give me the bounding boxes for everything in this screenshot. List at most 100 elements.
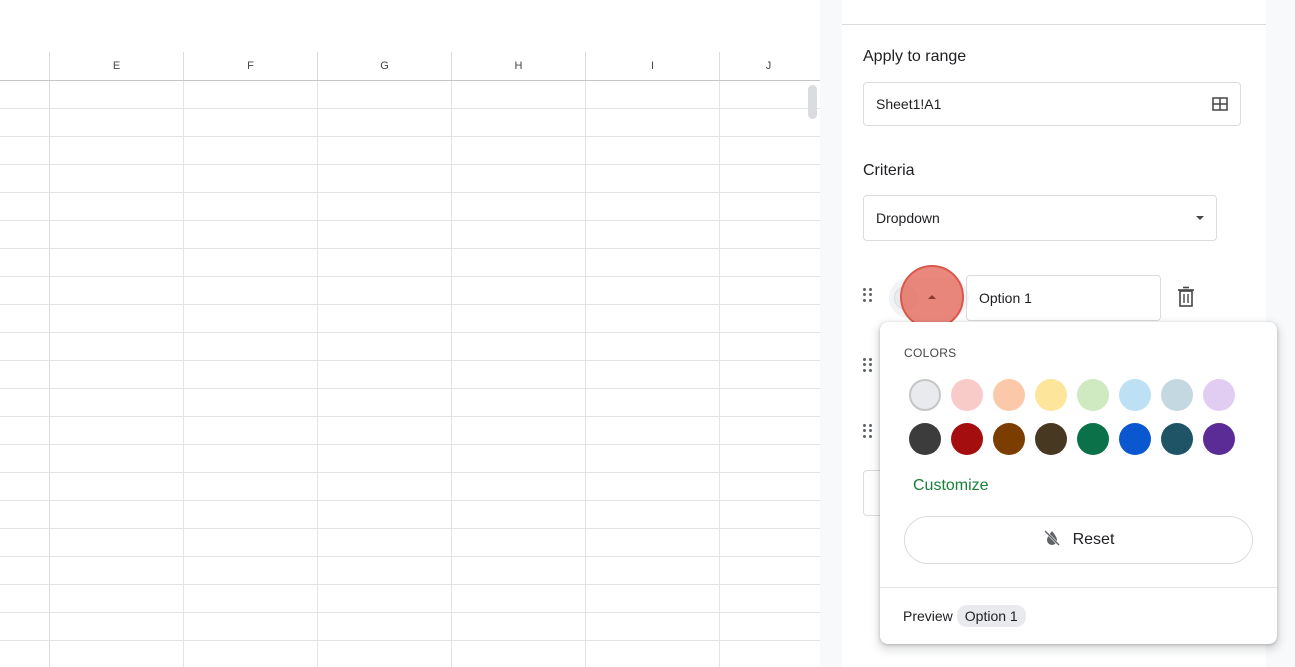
grid-cell[interactable] bbox=[184, 305, 318, 332]
grid-cell[interactable] bbox=[720, 193, 817, 220]
grid-cell[interactable] bbox=[586, 585, 720, 612]
grid-cell[interactable] bbox=[184, 193, 318, 220]
drag-handle-icon[interactable] bbox=[863, 358, 873, 372]
grid-cell[interactable] bbox=[720, 81, 817, 108]
row-number-cell[interactable] bbox=[0, 277, 50, 304]
row-number-cell[interactable] bbox=[0, 249, 50, 276]
grid-cell[interactable] bbox=[184, 641, 318, 667]
grid-cell[interactable] bbox=[452, 557, 586, 584]
grid-cell[interactable] bbox=[318, 389, 452, 416]
grid-cell[interactable] bbox=[586, 501, 720, 528]
grid-cell[interactable] bbox=[50, 109, 184, 136]
grid-cell[interactable] bbox=[184, 585, 318, 612]
row-number-cell[interactable] bbox=[0, 641, 50, 667]
grid-cell[interactable] bbox=[318, 557, 452, 584]
grid-cell[interactable] bbox=[720, 529, 817, 556]
row-number-cell[interactable] bbox=[0, 473, 50, 500]
grid-cell[interactable] bbox=[586, 473, 720, 500]
grid-cell[interactable] bbox=[586, 641, 720, 667]
grid-cell[interactable] bbox=[586, 333, 720, 360]
grid-cell[interactable] bbox=[184, 417, 318, 444]
grid-cell[interactable] bbox=[720, 249, 817, 276]
grid-cell[interactable] bbox=[184, 81, 318, 108]
grid-cell[interactable] bbox=[720, 221, 817, 248]
row-number-cell[interactable] bbox=[0, 389, 50, 416]
color-swatch[interactable] bbox=[1035, 423, 1067, 455]
grid-cell[interactable] bbox=[452, 501, 586, 528]
grid-cell[interactable] bbox=[50, 333, 184, 360]
grid-cell[interactable] bbox=[318, 165, 452, 192]
drag-handle-icon[interactable] bbox=[863, 288, 873, 302]
grid-cell[interactable] bbox=[184, 165, 318, 192]
grid-cell[interactable] bbox=[50, 221, 184, 248]
grid-cell[interactable] bbox=[586, 81, 720, 108]
criteria-select[interactable]: Dropdown bbox=[863, 195, 1217, 241]
grid-cell[interactable] bbox=[586, 389, 720, 416]
grid-cell[interactable] bbox=[452, 613, 586, 640]
option-input[interactable]: Option 1 bbox=[966, 275, 1161, 321]
grid-cell[interactable] bbox=[586, 249, 720, 276]
grid-cell[interactable] bbox=[318, 361, 452, 388]
grid-cell[interactable] bbox=[50, 81, 184, 108]
row-number-cell[interactable] bbox=[0, 81, 50, 108]
row-number-cell[interactable] bbox=[0, 613, 50, 640]
customize-link[interactable]: Customize bbox=[913, 477, 989, 495]
row-number-cell[interactable] bbox=[0, 137, 50, 164]
grid-cell[interactable] bbox=[720, 641, 817, 667]
grid-cell[interactable] bbox=[586, 445, 720, 472]
grid-cell[interactable] bbox=[452, 277, 586, 304]
grid-cell[interactable] bbox=[318, 445, 452, 472]
grid-cell[interactable] bbox=[452, 417, 586, 444]
grid-cell[interactable] bbox=[184, 501, 318, 528]
color-swatch[interactable] bbox=[993, 379, 1025, 411]
color-swatch[interactable] bbox=[1161, 423, 1193, 455]
color-swatch[interactable] bbox=[1119, 379, 1151, 411]
row-number-cell[interactable] bbox=[0, 333, 50, 360]
grid-cell[interactable] bbox=[720, 305, 817, 332]
grid-cell[interactable] bbox=[318, 613, 452, 640]
grid-cell[interactable] bbox=[50, 277, 184, 304]
grid-cell[interactable] bbox=[452, 445, 586, 472]
grid-cell[interactable] bbox=[720, 585, 817, 612]
grid-cell[interactable] bbox=[50, 585, 184, 612]
grid-cell[interactable] bbox=[184, 109, 318, 136]
grid-cell[interactable] bbox=[318, 473, 452, 500]
grid-cell[interactable] bbox=[586, 361, 720, 388]
grid-cell[interactable] bbox=[452, 137, 586, 164]
grid-cell[interactable] bbox=[452, 529, 586, 556]
grid-cell[interactable] bbox=[318, 501, 452, 528]
grid-cell[interactable] bbox=[720, 613, 817, 640]
row-number-cell[interactable] bbox=[0, 193, 50, 220]
color-swatch[interactable] bbox=[1203, 379, 1235, 411]
grid-cell[interactable] bbox=[50, 557, 184, 584]
grid-cell[interactable] bbox=[50, 249, 184, 276]
grid-cell[interactable] bbox=[318, 193, 452, 220]
grid-cell[interactable] bbox=[318, 249, 452, 276]
grid-cell[interactable] bbox=[184, 389, 318, 416]
grid-cell[interactable] bbox=[720, 333, 817, 360]
grid-cell[interactable] bbox=[586, 221, 720, 248]
column-header-e[interactable]: E bbox=[50, 52, 184, 80]
grid-cell[interactable] bbox=[50, 137, 184, 164]
grid-cell[interactable] bbox=[184, 137, 318, 164]
row-number-cell[interactable] bbox=[0, 305, 50, 332]
row-number-cell[interactable] bbox=[0, 557, 50, 584]
grid-cell[interactable] bbox=[184, 361, 318, 388]
grid-cell[interactable] bbox=[50, 641, 184, 667]
color-swatch[interactable] bbox=[1077, 379, 1109, 411]
row-number-cell[interactable] bbox=[0, 529, 50, 556]
grid-cell[interactable] bbox=[720, 361, 817, 388]
grid-cell[interactable] bbox=[318, 81, 452, 108]
row-number-cell[interactable] bbox=[0, 165, 50, 192]
grid-cell[interactable] bbox=[318, 585, 452, 612]
column-header-i[interactable]: I bbox=[586, 52, 720, 80]
grid-cell[interactable] bbox=[318, 641, 452, 667]
column-header-f[interactable]: F bbox=[184, 52, 318, 80]
grid-cell[interactable] bbox=[720, 417, 817, 444]
color-swatch[interactable] bbox=[951, 423, 983, 455]
color-swatch[interactable] bbox=[1203, 423, 1235, 455]
grid-cell[interactable] bbox=[50, 529, 184, 556]
grid-cell[interactable] bbox=[586, 305, 720, 332]
grid-cell[interactable] bbox=[50, 305, 184, 332]
grid-cell[interactable] bbox=[452, 389, 586, 416]
